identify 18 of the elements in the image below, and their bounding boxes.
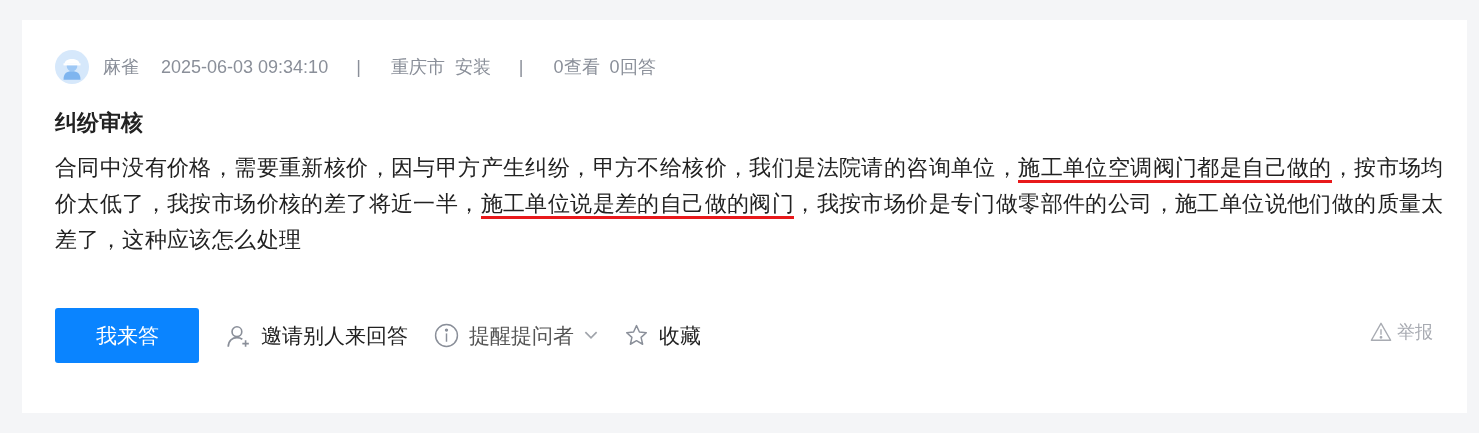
category-label: 安装 [454, 56, 491, 79]
post-time: 2025-06-03 09:34:10 [161, 56, 329, 78]
view-count: 0查看 [553, 56, 600, 79]
avatar-icon [55, 50, 89, 84]
question-text: 合同中没有价格，需要重新核价，因与甲方产生纠纷，甲方不给核价，我们是法院请的咨询单位，施工单位空调阀门都是自己做的，按市场均价太低了，我按市场价核的差了将近一半，施工单位说是差的自己做的阀门，我按市场价是专门做零部件的公司，施工单位说他们做的质量太差了，这种应该怎么处理 [55, 154, 1445, 254]
question-title: 纠纷审核 [55, 109, 144, 137]
separator: | [518, 56, 524, 78]
chevron-down-icon [584, 331, 598, 340]
remind-asker-button[interactable]: 提醒提问者 [434, 321, 598, 350]
invite-button[interactable]: 邀请别人来回答 [225, 321, 408, 350]
answer-button[interactable]: 我来答 [55, 308, 199, 363]
info-icon [434, 323, 459, 348]
warning-icon [1369, 320, 1393, 343]
star-icon [624, 323, 649, 348]
favorite-button[interactable]: 收藏 [624, 321, 701, 350]
city-label: 重庆市 [390, 56, 445, 79]
separator: | [356, 56, 361, 78]
answer-count: 0回答 [609, 56, 656, 79]
